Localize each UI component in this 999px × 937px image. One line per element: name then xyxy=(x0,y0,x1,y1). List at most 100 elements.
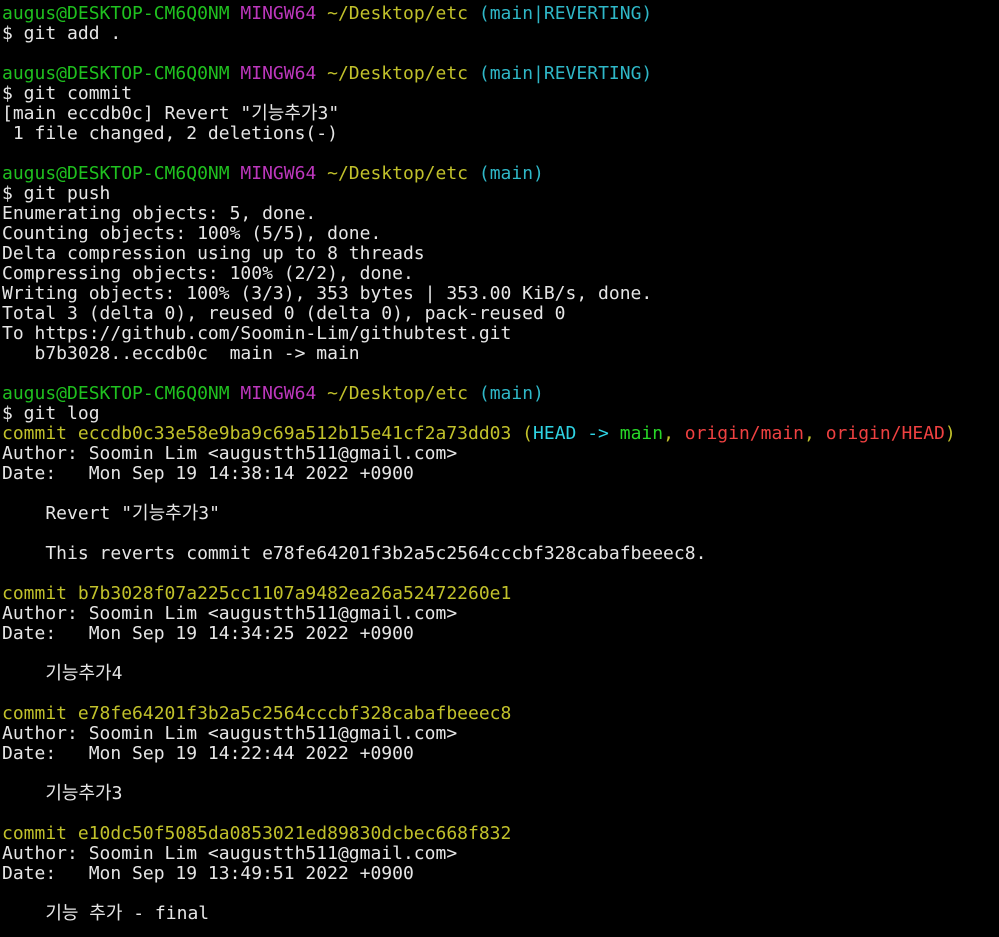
output-line: Compressing objects: 100% (2/2), done. xyxy=(2,264,999,284)
output-line: b7b3028..eccdb0c main -> main xyxy=(2,344,999,364)
output-text: Date: Mon Sep 19 14:38:14 2022 +0900 xyxy=(2,463,414,484)
prompt-path: ~/Desktop/etc xyxy=(327,383,469,404)
output-line: $ git add . xyxy=(2,24,999,44)
terminal-output[interactable]: augus@DESKTOP-CM6Q0NM MINGW64 ~/Desktop/… xyxy=(0,0,999,937)
output-line: Writing objects: 100% (3/3), 353 bytes |… xyxy=(2,284,999,304)
commit-line: commit eccdb0c33e58e9ba9c69a512b15e41cf2… xyxy=(2,424,999,444)
output-text: 기능추가4 xyxy=(2,663,123,684)
prompt-user-host: augus@DESKTOP-CM6Q0NM xyxy=(2,163,230,184)
ref-local-branch: main xyxy=(619,423,664,444)
output-text: To https://github.com/Soomin-Lim/githubt… xyxy=(2,323,512,344)
output-line: Author: Soomin Lim <augustth511@gmail.co… xyxy=(2,444,999,464)
output-text: Writing objects: 100% (3/3), 353 bytes |… xyxy=(2,283,653,304)
output-text: Date: Mon Sep 19 13:49:51 2022 +0900 xyxy=(2,863,414,884)
prompt-path: ~/Desktop/etc xyxy=(327,63,469,84)
prompt-user-host: augus@DESKTOP-CM6Q0NM xyxy=(2,63,230,84)
output-text: Delta compression using up to 8 threads xyxy=(2,243,425,264)
output-line: 1 file changed, 2 deletions(-) xyxy=(2,124,999,144)
ref-head: HEAD -> xyxy=(533,423,620,444)
prompt-line: augus@DESKTOP-CM6Q0NM MINGW64 ~/Desktop/… xyxy=(2,64,999,84)
output-line: Enumerating objects: 5, done. xyxy=(2,204,999,224)
output-line: Date: Mon Sep 19 14:38:14 2022 +0900 xyxy=(2,464,999,484)
prompt-branch: (main|REVERTING) xyxy=(478,3,653,24)
prompt-branch: (main|REVERTING) xyxy=(478,63,653,84)
output-line: $ git push xyxy=(2,184,999,204)
prompt-path: ~/Desktop/etc xyxy=(327,163,469,184)
output-text: Compressing objects: 100% (2/2), done. xyxy=(2,263,414,284)
output-text: Date: Mon Sep 19 14:22:44 2022 +0900 xyxy=(2,743,414,764)
prompt-shell-name: MINGW64 xyxy=(240,3,317,24)
output-text: Author: Soomin Lim <augustth511@gmail.co… xyxy=(2,843,458,864)
output-line: This reverts commit e78fe64201f3b2a5c256… xyxy=(2,544,999,564)
output-line: Counting objects: 100% (5/5), done. xyxy=(2,224,999,244)
output-text: [main eccdb0c] Revert "기능추가3" xyxy=(2,103,340,124)
output-line: 기능추가3 xyxy=(2,784,999,804)
commit-hash: commit e10dc50f5085da0853021ed89830dcbec… xyxy=(2,823,512,844)
output-text: $ git log xyxy=(2,403,100,424)
ref-remote-branch: origin/main xyxy=(684,423,804,444)
output-line: Date: Mon Sep 19 13:49:51 2022 +0900 xyxy=(2,864,999,884)
prompt-line: augus@DESKTOP-CM6Q0NM MINGW64 ~/Desktop/… xyxy=(2,4,999,24)
commit-hash: commit e78fe64201f3b2a5c2564cccbf328caba… xyxy=(2,703,512,724)
output-line: $ git log xyxy=(2,404,999,424)
output-text: $ git push xyxy=(2,183,111,204)
commit-line: commit e78fe64201f3b2a5c2564cccbf328caba… xyxy=(2,704,999,724)
output-text: $ git add . xyxy=(2,23,122,44)
ref-open-paren: ( xyxy=(511,423,534,444)
output-line: 기능추가4 xyxy=(2,664,999,684)
commit-line: commit b7b3028f07a225cc1107a9482ea26a524… xyxy=(2,584,999,604)
output-line: [main eccdb0c] Revert "기능추가3" xyxy=(2,104,999,124)
output-text: 기능 추가 - final xyxy=(2,903,210,924)
output-line: Author: Soomin Lim <augustth511@gmail.co… xyxy=(2,604,999,624)
prompt-shell-name: MINGW64 xyxy=(240,383,317,404)
output-text: Revert "기능추가3" xyxy=(2,503,220,524)
prompt-user-host: augus@DESKTOP-CM6Q0NM xyxy=(2,383,230,404)
output-line: $ git commit xyxy=(2,84,999,104)
output-text: Enumerating objects: 5, done. xyxy=(2,203,317,224)
prompt-line: augus@DESKTOP-CM6Q0NM MINGW64 ~/Desktop/… xyxy=(2,384,999,404)
prompt-line: augus@DESKTOP-CM6Q0NM MINGW64 ~/Desktop/… xyxy=(2,164,999,184)
ref-remote-head: origin/HEAD xyxy=(825,423,945,444)
output-line: Delta compression using up to 8 threads xyxy=(2,244,999,264)
output-line: Revert "기능추가3" xyxy=(2,504,999,524)
ref-close-paren: ) xyxy=(944,423,956,444)
output-text: Total 3 (delta 0), reused 0 (delta 0), p… xyxy=(2,303,566,324)
output-line: Date: Mon Sep 19 14:22:44 2022 +0900 xyxy=(2,744,999,764)
output-text: 기능추가3 xyxy=(2,783,123,804)
prompt-path: ~/Desktop/etc xyxy=(327,3,469,24)
output-text: Date: Mon Sep 19 14:34:25 2022 +0900 xyxy=(2,623,414,644)
prompt-branch: (main) xyxy=(478,163,544,184)
prompt-branch: (main) xyxy=(478,383,544,404)
output-line: To https://github.com/Soomin-Lim/githubt… xyxy=(2,324,999,344)
output-text: 1 file changed, 2 deletions(-) xyxy=(2,123,338,144)
ref-separator: , xyxy=(804,423,826,444)
output-line: Total 3 (delta 0), reused 0 (delta 0), p… xyxy=(2,304,999,324)
output-text: Author: Soomin Lim <augustth511@gmail.co… xyxy=(2,603,458,624)
output-line: Date: Mon Sep 19 14:34:25 2022 +0900 xyxy=(2,624,999,644)
output-line: Author: Soomin Lim <augustth511@gmail.co… xyxy=(2,724,999,744)
prompt-shell-name: MINGW64 xyxy=(240,163,317,184)
commit-hash: commit eccdb0c33e58e9ba9c69a512b15e41cf2… xyxy=(2,423,512,444)
output-line: Author: Soomin Lim <augustth511@gmail.co… xyxy=(2,844,999,864)
ref-separator: , xyxy=(663,423,685,444)
prompt-shell-name: MINGW64 xyxy=(240,63,317,84)
output-text: Author: Soomin Lim <augustth511@gmail.co… xyxy=(2,723,458,744)
commit-hash: commit b7b3028f07a225cc1107a9482ea26a524… xyxy=(2,583,512,604)
output-text: Author: Soomin Lim <augustth511@gmail.co… xyxy=(2,443,458,464)
output-text: b7b3028..eccdb0c main -> main xyxy=(2,343,360,364)
output-text: Counting objects: 100% (5/5), done. xyxy=(2,223,382,244)
output-text: This reverts commit e78fe64201f3b2a5c256… xyxy=(2,543,707,564)
output-text: $ git commit xyxy=(2,83,133,104)
prompt-user-host: augus@DESKTOP-CM6Q0NM xyxy=(2,3,230,24)
